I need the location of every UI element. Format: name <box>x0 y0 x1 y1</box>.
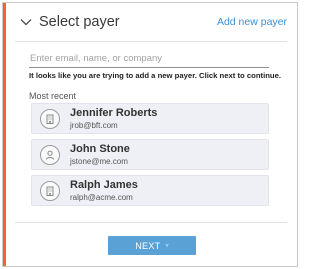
new-payer-hint: It looks like you are trying to add a ne… <box>29 71 282 80</box>
accent-bar <box>3 3 6 266</box>
header-divider <box>15 41 287 42</box>
next-button-label: NEXT <box>135 240 161 251</box>
person-icon <box>40 144 60 165</box>
payer-item-jennifer-roberts[interactable]: Jennifer Roberts jrob@bft.com <box>31 103 269 134</box>
panel-title: Select payer <box>39 14 120 30</box>
payer-item-john-stone[interactable]: John Stone jstone@me.com <box>31 139 269 170</box>
building-icon <box>40 180 60 201</box>
select-payer-panel: Select payer Add new payer It looks like… <box>2 2 298 267</box>
payer-search-input[interactable] <box>29 50 269 68</box>
most-recent-label: Most recent <box>29 91 77 101</box>
payer-name: Ralph James <box>70 178 138 191</box>
payer-item-ralph-james[interactable]: Ralph James ralph@acme.com <box>31 175 269 206</box>
caret-down-icon: ▿ <box>165 243 169 249</box>
building-icon <box>40 108 60 129</box>
payer-email: jrob@bft.com <box>70 120 118 130</box>
panel-header: Select payer Add new payer <box>19 3 287 41</box>
next-button[interactable]: NEXT ▿ <box>108 236 196 255</box>
add-new-payer-link[interactable]: Add new payer <box>217 16 287 28</box>
payer-name: Jennifer Roberts <box>70 106 158 119</box>
footer-divider <box>15 222 287 223</box>
chevron-down-icon[interactable] <box>19 15 33 29</box>
payer-name: John Stone <box>70 142 130 155</box>
payer-email: jstone@me.com <box>70 156 128 166</box>
collapse-toggle[interactable]: Select payer <box>19 14 120 30</box>
payer-email: ralph@acme.com <box>70 192 133 202</box>
